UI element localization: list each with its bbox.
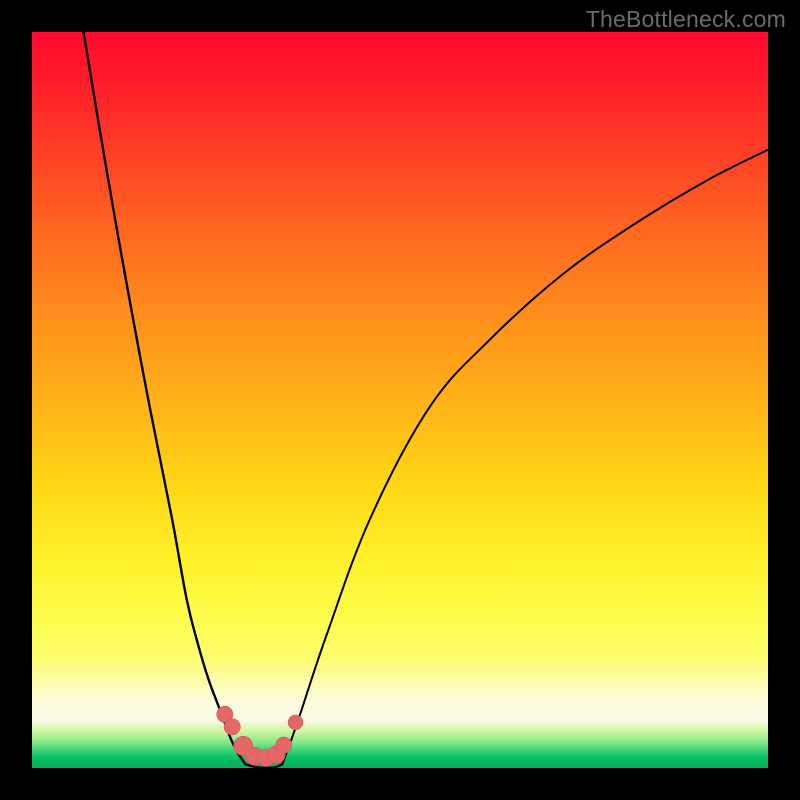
curve-left-branch	[84, 32, 246, 764]
curve-layer	[32, 32, 768, 768]
watermark-text: TheBottleneck.com	[586, 6, 786, 33]
marker-dot	[288, 715, 303, 730]
marker-dot	[276, 737, 292, 753]
curve-right-branch	[282, 150, 768, 765]
marker-dot	[224, 719, 240, 735]
